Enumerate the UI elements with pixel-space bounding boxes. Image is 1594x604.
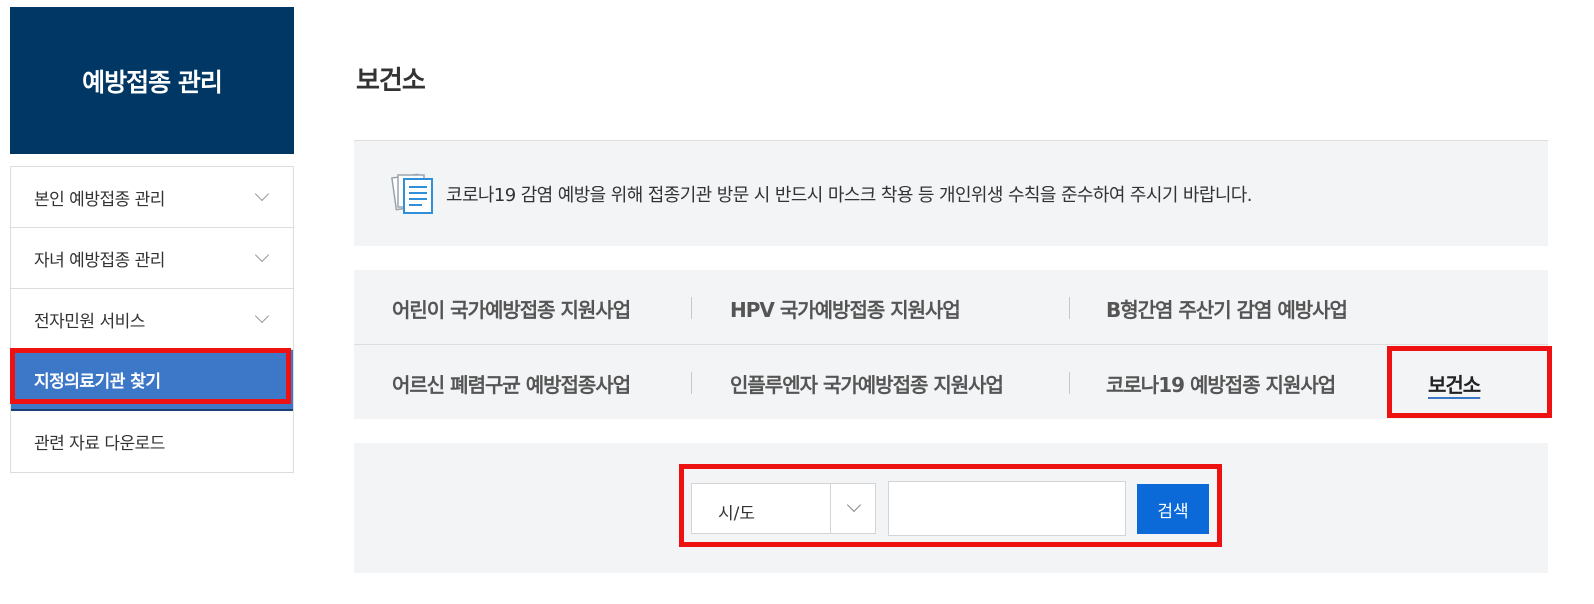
tab-hpv-vaccination[interactable]: HPV 국가예방접종 지원사업 — [730, 294, 961, 323]
tab-separator — [691, 372, 692, 394]
tab-row-divider — [354, 344, 1548, 345]
chevron-down-icon[interactable] — [846, 497, 862, 513]
sidebar-item-label: 전자민원 서비스 — [34, 311, 145, 332]
chevron-down-icon — [254, 186, 270, 202]
sidebar-menu: 본인 예방접종 관리 자녀 예방접종 관리 전자민원 서비스 지정의료기관 찾기… — [10, 166, 294, 473]
sidebar-item-downloads[interactable]: 관련 자료 다운로드 — [11, 411, 293, 472]
tab-separator — [691, 297, 692, 319]
sidebar-item-child-vaccination[interactable]: 자녀 예방접종 관리 — [11, 228, 293, 289]
region-select[interactable]: 시/도 — [691, 483, 876, 534]
document-icon — [391, 172, 433, 214]
tab-hepatitis-b[interactable]: B형간염 주산기 감염 예방사업 — [1106, 294, 1348, 323]
search-area: 시/도 검색 — [354, 443, 1548, 573]
program-tabs: 어린이 국가예방접종 지원사업 HPV 국가예방접종 지원사업 B형간염 주산기… — [354, 270, 1548, 419]
tab-child-vaccination[interactable]: 어린이 국가예방접종 지원사업 — [392, 294, 631, 323]
tab-health-center[interactable]: 보건소 — [1428, 369, 1481, 398]
sidebar-item-label: 관련 자료 다운로드 — [34, 434, 165, 454]
chevron-down-icon — [254, 308, 270, 324]
tab-influenza[interactable]: 인플루엔자 국가예방접종 지원사업 — [730, 369, 1004, 398]
search-input[interactable] — [888, 481, 1126, 536]
chevron-down-icon — [254, 247, 270, 263]
tab-separator — [1069, 297, 1070, 319]
sidebar-item-label: 지정의료기관 찾기 — [34, 372, 161, 392]
region-select-value: 시/도 — [718, 504, 756, 524]
sidebar-item-label: 본인 예방접종 관리 — [34, 189, 165, 210]
notice-text: 코로나19 감염 예방을 위해 접종기관 방문 시 반드시 마스크 착용 등 개… — [446, 184, 1252, 206]
search-button[interactable]: 검색 — [1137, 484, 1209, 534]
tab-senior-pneumococcal[interactable]: 어르신 폐렴구균 예방접종사업 — [392, 369, 631, 398]
notice-box: 코로나19 감염 예방을 위해 접종기관 방문 시 반드시 마스크 착용 등 개… — [354, 141, 1548, 246]
tab-covid19[interactable]: 코로나19 예방접종 지원사업 — [1106, 369, 1336, 398]
sidebar-item-label: 자녀 예방접종 관리 — [34, 250, 165, 271]
sidebar-title: 예방접종 관리 — [82, 67, 223, 97]
select-divider — [830, 484, 831, 533]
sidebar-item-my-vaccination[interactable]: 본인 예방접종 관리 — [11, 167, 293, 228]
sidebar-item-e-civil-service[interactable]: 전자민원 서비스 — [11, 289, 293, 350]
sidebar-header: 예방접종 관리 — [10, 7, 294, 154]
tab-separator — [1069, 372, 1070, 394]
page-title: 보건소 — [356, 66, 426, 96]
sidebar-item-find-designated-clinic[interactable]: 지정의료기관 찾기 — [11, 350, 293, 411]
